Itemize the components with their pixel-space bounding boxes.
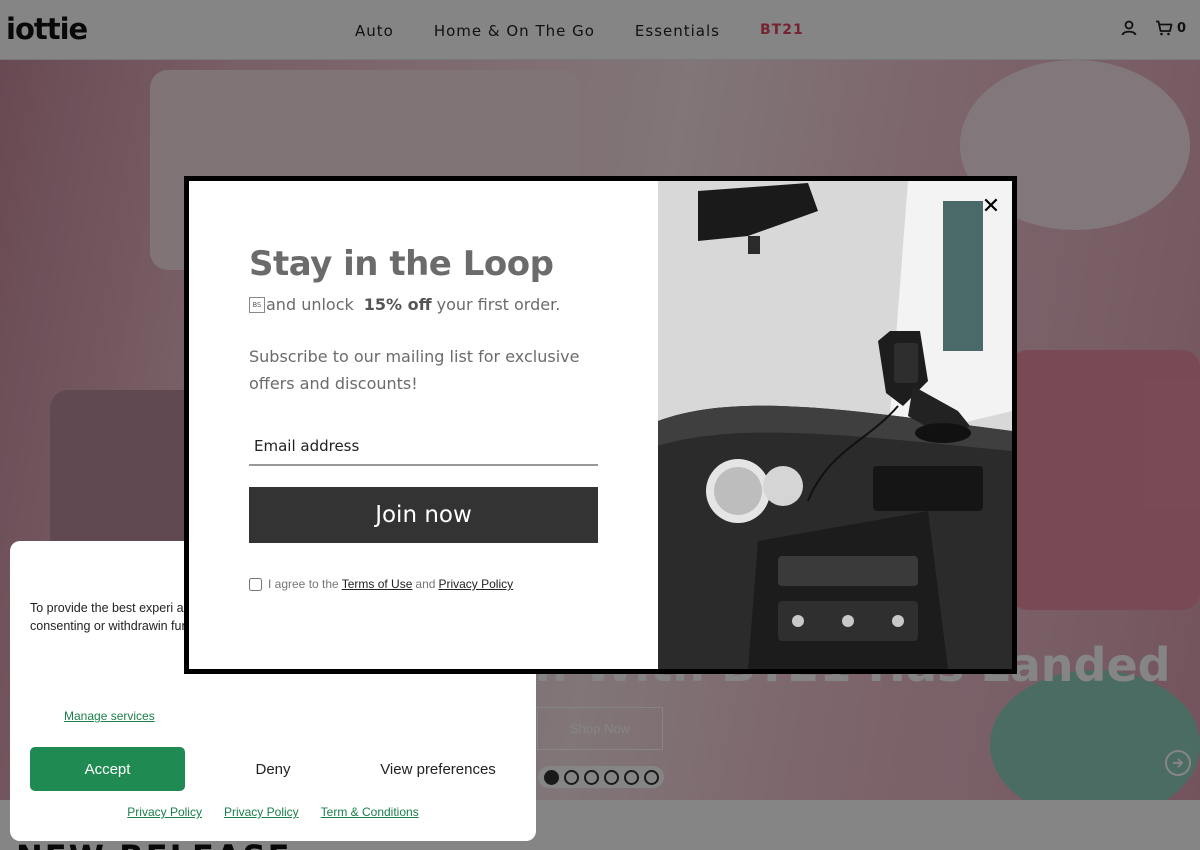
accept-button[interactable]: Accept: [30, 747, 185, 791]
modal-subtitle: BS and unlock 15% off your first order.: [249, 295, 560, 314]
privacy-policy-link[interactable]: Privacy Policy: [438, 577, 513, 591]
agree-and-text: and: [415, 577, 436, 591]
agree-text: I agree to the: [268, 577, 339, 591]
car-dashboard-illustration: [658, 181, 1012, 669]
view-preferences-button[interactable]: View preferences: [362, 747, 514, 791]
modal-description: Subscribe to our mailing list for exclus…: [249, 347, 580, 393]
close-modal-button[interactable]: ✕: [980, 196, 1002, 218]
privacy-policy-link[interactable]: Privacy Policy: [224, 805, 299, 819]
terms-conditions-link[interactable]: Term & Conditions: [321, 805, 419, 819]
privacy-policy-link[interactable]: Privacy Policy: [127, 805, 202, 819]
join-now-button[interactable]: Join now: [249, 487, 598, 543]
missing-glyph: BS: [249, 296, 265, 313]
email-field[interactable]: [249, 421, 598, 466]
car-mount-product-image: ✕: [658, 181, 1012, 669]
terms-agreement: I agree to the Terms of Use and Privacy …: [249, 577, 516, 591]
subtitle-post: your first order.: [436, 295, 561, 314]
modal-title: Stay in the Loop: [249, 244, 554, 284]
modal-form-panel: Stay in the Loop BS and unlock 15% off y…: [189, 181, 658, 669]
terms-of-use-link[interactable]: Terms of Use: [342, 577, 413, 591]
deny-button[interactable]: Deny: [202, 747, 344, 791]
cookie-links: Privacy Policy Privacy Policy Term & Con…: [10, 805, 536, 819]
discount-highlight: 15% off: [363, 295, 432, 314]
manage-services-link[interactable]: Manage services: [64, 709, 155, 723]
newsletter-modal: Stay in the Loop BS and unlock 15% off y…: [184, 176, 1017, 674]
subtitle-pre: and unlock: [266, 295, 354, 314]
agree-checkbox[interactable]: [249, 577, 262, 591]
